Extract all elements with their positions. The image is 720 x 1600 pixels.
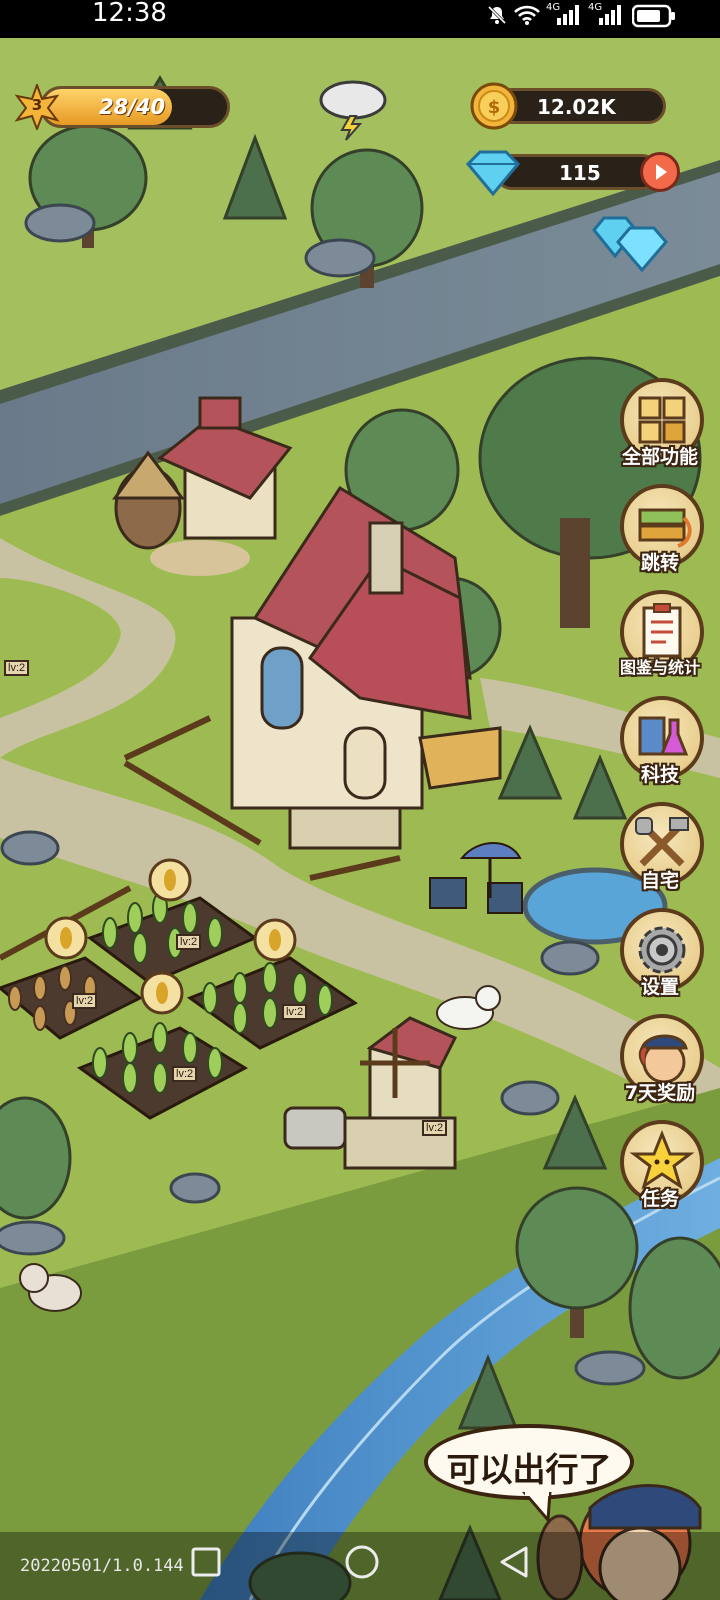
- windmill-level-sign[interactable]: lv:2: [422, 1120, 448, 1136]
- field-level-sign[interactable]: lv:2: [282, 1004, 308, 1020]
- add-gems-button[interactable]: [640, 152, 680, 192]
- speech-bubble-text: 可以出行了: [446, 1450, 612, 1489]
- side-label-seven-day-reward[interactable]: 7天奖励: [600, 1078, 720, 1105]
- level-number: 3: [31, 96, 43, 114]
- side-label-home[interactable]: 自宅: [600, 866, 720, 893]
- building-level-sign[interactable]: lv:2: [4, 660, 30, 676]
- game-scene[interactable]: lv:2 lv:2 lv:2 lv:2 lv:2 lv:2: [0, 38, 720, 1600]
- recent-apps-button[interactable]: [190, 1546, 222, 1578]
- coin-bar: 12.02K: [494, 88, 666, 124]
- status-bar: 12:38 4G 4G: [0, 0, 720, 38]
- signal-4g-icon: [556, 4, 580, 25]
- home-nav-button[interactable]: [344, 1544, 380, 1580]
- gem-amount: 115: [559, 161, 601, 185]
- field-level-sign[interactable]: lv:2: [72, 993, 98, 1009]
- wifi-icon: [514, 4, 540, 25]
- side-label-all-functions[interactable]: 全部功能: [600, 442, 720, 469]
- back-nav-button[interactable]: [498, 1544, 530, 1580]
- svg-text:$: $: [488, 97, 501, 118]
- side-label-technology[interactable]: 科技: [600, 760, 720, 787]
- circle-icon: [345, 1545, 379, 1579]
- play-icon: [656, 164, 667, 180]
- side-label-settings[interactable]: 设置: [600, 972, 720, 999]
- speech-bubble-tail: [522, 1492, 552, 1522]
- side-label-jump[interactable]: 跳转: [600, 548, 720, 575]
- signal-4g-icon: [598, 4, 622, 25]
- speech-bubble[interactable]: 可以出行了: [424, 1424, 634, 1500]
- square-icon: [191, 1547, 221, 1577]
- battery-icon: [631, 4, 676, 28]
- triangle-back-icon: [500, 1546, 528, 1578]
- side-label-catalog-stats[interactable]: 图鉴与统计: [600, 654, 720, 678]
- field-level-sign[interactable]: lv:2: [176, 934, 202, 950]
- gem-bonus-icon[interactable]: [592, 212, 670, 273]
- version-label: 20220501/1.0.144: [20, 1556, 184, 1576]
- thunderstorm-icon[interactable]: [318, 72, 388, 142]
- energy-bar[interactable]: 28/40: [40, 86, 230, 128]
- game-map[interactable]: [0, 38, 720, 1600]
- status-time: 12:38: [92, 0, 167, 28]
- side-label-quest[interactable]: 任务: [600, 1184, 720, 1211]
- field-level-sign[interactable]: lv:2: [172, 1066, 198, 1082]
- gold-coin-icon: $: [470, 82, 518, 130]
- diamond-icon: [465, 148, 521, 197]
- coin-amount: 12.02K: [537, 95, 616, 119]
- mute-icon: [486, 4, 508, 25]
- energy-text: 28/40: [99, 95, 166, 119]
